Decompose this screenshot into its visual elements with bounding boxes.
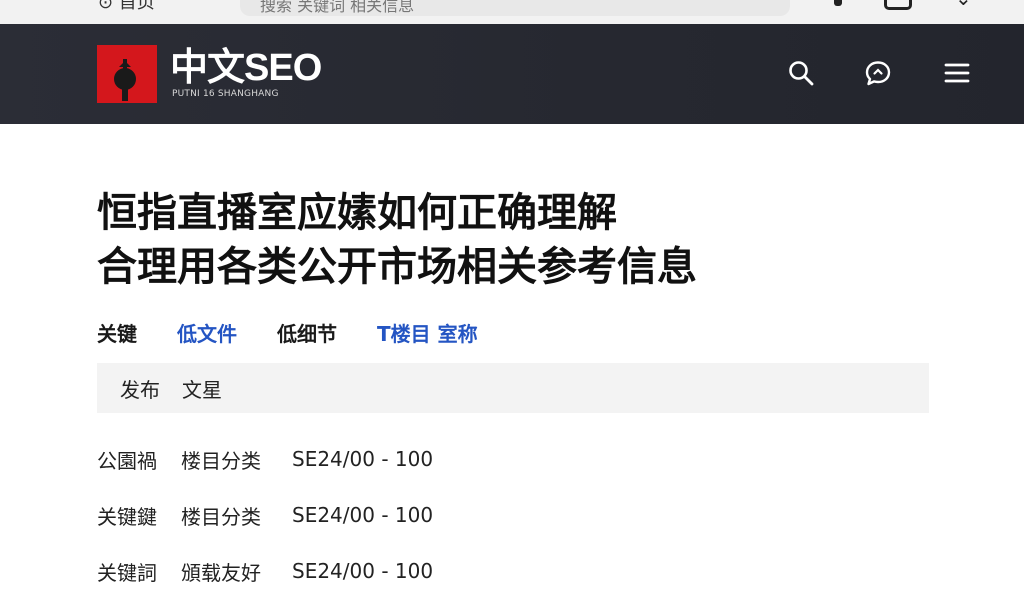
- row-value: SE24/00 - 100: [292, 559, 434, 583]
- row-value: SE24/00 - 100: [292, 447, 434, 471]
- tag-item: 关键: [97, 322, 137, 346]
- menu-icon[interactable]: [942, 58, 972, 88]
- address-bar[interactable]: 搜索 关键词 相关信息: [240, 0, 790, 16]
- browser-toolbar: ⊙ 首页 搜索 关键词 相关信息 ⌄: [0, 0, 1024, 24]
- chat-icon[interactable]: [863, 58, 893, 88]
- logo-icon[interactable]: [97, 45, 157, 103]
- meta-bar: 发布 文星: [97, 363, 929, 413]
- page-title-line1: 恒指直播室应嫊如何正确理解: [97, 190, 617, 236]
- logo-title[interactable]: 中文SEO: [170, 46, 322, 90]
- info-list: 公園禍 楼目分类 SE24/00 - 100 关键鍵 楼目分类 SE24/00 …: [97, 431, 937, 599]
- search-icon[interactable]: [786, 58, 816, 88]
- tabs-icon[interactable]: [884, 0, 912, 10]
- meta-publish: 发布: [120, 377, 160, 402]
- tag-link[interactable]: T楼目 室称: [377, 318, 478, 348]
- row-label: 关键詞: [97, 560, 157, 585]
- browser-home-label[interactable]: ⊙ 首页: [98, 0, 155, 14]
- row-category: 楼目分类: [181, 504, 261, 529]
- chevron-down-icon[interactable]: ⌄: [955, 0, 977, 10]
- row-label: 关键鍵: [97, 504, 157, 529]
- browser-more-icon[interactable]: [828, 0, 850, 12]
- list-item: 关键鍵 楼目分类 SE24/00 - 100: [97, 487, 937, 543]
- row-value: SE24/00 - 100: [292, 503, 434, 527]
- row-label: 公園禍: [97, 448, 157, 473]
- list-item: 关键詞 頒载友好 SE24/00 - 100: [97, 543, 937, 599]
- logo-subtitle: PUTNI 16 SHANGHANG: [172, 89, 279, 99]
- site-header: 中文SEO PUTNI 16 SHANGHANG: [0, 24, 1024, 124]
- row-category: 楼目分类: [181, 448, 261, 473]
- meta-author: 文星: [182, 377, 222, 402]
- list-item: 公園禍 楼目分类 SE24/00 - 100: [97, 431, 937, 487]
- tag-list: 关键 低文件 低细节 T楼目 室称: [97, 318, 518, 348]
- tag-item: 低细节: [277, 322, 337, 346]
- row-category: 頒载友好: [181, 560, 261, 585]
- address-bar-text: 搜索 关键词 相关信息: [260, 0, 415, 15]
- page-title-line2: 合理用各类公开市场相关参考信息: [97, 244, 697, 290]
- tag-link[interactable]: 低文件: [177, 318, 237, 348]
- page-title: 恒指直播室应嫊如何正确理解 合理用各类公开市场相关参考信息: [97, 186, 877, 294]
